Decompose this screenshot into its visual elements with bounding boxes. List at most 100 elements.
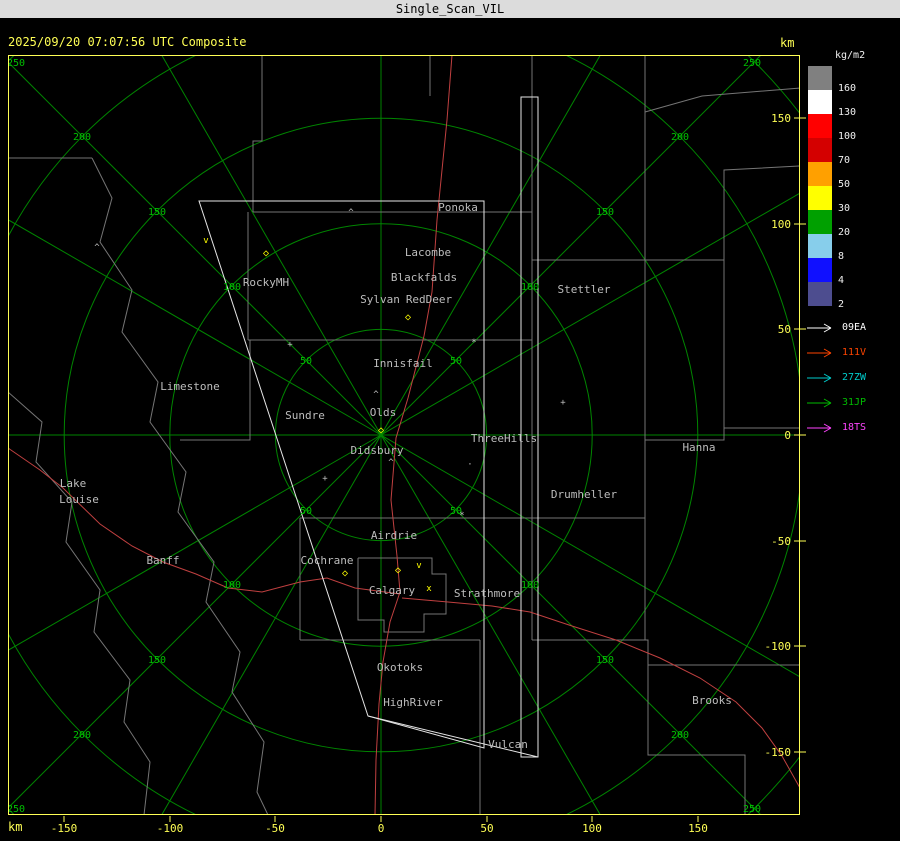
county-boundary-line xyxy=(9,392,151,814)
radar-site-legend: 09EA 111V 27ZW 31JP 18TS xyxy=(806,315,866,440)
range-label: 50 xyxy=(300,506,312,517)
city-label: Ponoka xyxy=(438,201,478,214)
city-label: Didsbury xyxy=(351,444,404,457)
y-axis-label: -150 xyxy=(765,746,792,759)
range-label: 100 xyxy=(223,580,241,591)
city-label: Sylvan xyxy=(360,293,400,306)
map-marker: ◇ xyxy=(395,565,401,576)
range-label: 250 xyxy=(743,58,761,69)
radar-map-canvas: 250 200 150 100 50 50 100 150 200 250 50 100 150 200 2… xyxy=(7,55,806,835)
legend-swatch xyxy=(808,258,832,282)
map-marker: ^ xyxy=(348,208,354,218)
legend-swatch xyxy=(808,66,832,90)
window-title: Single_Scan_VIL xyxy=(395,2,505,16)
city-label: Lake xyxy=(60,477,87,490)
city-label: Vulcan xyxy=(488,738,528,751)
city-label: Airdrie xyxy=(371,529,417,542)
range-label: 200 xyxy=(671,132,689,143)
legend-swatch xyxy=(808,234,832,258)
x-axis-label: 0 xyxy=(378,822,385,835)
range-label: 200 xyxy=(73,132,91,143)
range-label: 150 xyxy=(596,655,614,666)
legend-swatch xyxy=(808,138,832,162)
window-title-bar[interactable]: Single_Scan_VIL xyxy=(0,0,900,18)
radar-arrow-icon xyxy=(807,348,832,357)
legend-value: 4 xyxy=(838,275,845,286)
map-marker: x xyxy=(426,584,432,594)
map-marker: * xyxy=(459,511,464,521)
right-axis-unit: km xyxy=(780,36,795,50)
range-label: 200 xyxy=(73,730,91,741)
range-label: 150 xyxy=(596,207,614,218)
radar-site-row: 111V xyxy=(806,340,866,365)
range-spoke xyxy=(9,434,382,808)
map-marker: ◇ xyxy=(263,248,269,259)
map-marker: ◇ xyxy=(342,568,348,579)
radar-coverage-outline xyxy=(520,96,539,758)
city-label: Okotoks xyxy=(377,661,423,674)
legend-swatch xyxy=(808,210,832,234)
x-axis-label: -50 xyxy=(265,822,285,835)
range-label: 250 xyxy=(743,804,761,815)
highway-line xyxy=(401,597,799,788)
radar-site-id: 09EA xyxy=(842,322,867,333)
city-label: Sundre xyxy=(285,409,325,422)
city-label: Banff xyxy=(146,554,179,567)
map-marker: + xyxy=(560,398,566,408)
range-label: 100 xyxy=(521,580,539,591)
range-label: 250 xyxy=(7,58,25,69)
x-axis-label: 50 xyxy=(480,822,493,835)
range-rings xyxy=(9,56,799,814)
city-label: Cochrane xyxy=(301,554,354,567)
radar-site-id: 27ZW xyxy=(842,372,867,383)
radar-arrow-icon xyxy=(807,423,832,432)
legend-swatch xyxy=(808,186,832,210)
legend-unit: kg/m2 xyxy=(835,50,866,61)
timestamp-label: 2025/09/20 07:07:56 UTC Composite xyxy=(8,35,247,49)
range-label: 250 xyxy=(7,804,25,815)
county-boundary-line xyxy=(91,157,269,814)
range-spoke xyxy=(380,193,799,436)
x-axis-label: -150 xyxy=(51,822,78,835)
city-label: Louise xyxy=(59,493,99,506)
legend-value: 100 xyxy=(838,131,857,142)
legend-value: 160 xyxy=(838,83,857,94)
county-boundary-line xyxy=(252,56,263,212)
range-label: 150 xyxy=(148,655,166,666)
range-spoke xyxy=(380,434,799,677)
city-label: Drumheller xyxy=(551,488,618,501)
legend-value: 2 xyxy=(838,299,845,310)
city-label: Hanna xyxy=(682,441,715,454)
city-label: Blackfalds xyxy=(391,271,457,284)
city-label: Calgary xyxy=(369,584,416,597)
y-axis-label: 50 xyxy=(778,323,791,336)
map-marker: ^ xyxy=(94,243,100,253)
legend-swatch xyxy=(808,282,832,306)
y-axis-label: 0 xyxy=(784,429,791,442)
x-axis-label: 150 xyxy=(688,822,708,835)
range-label: 50 xyxy=(300,356,312,367)
city-label: Innisfail xyxy=(373,357,433,370)
legend-value: 20 xyxy=(838,227,851,238)
radar-arrow-icon xyxy=(807,323,832,332)
range-spoke xyxy=(161,56,382,436)
legend-value: 30 xyxy=(838,203,851,214)
y-axis-label: 100 xyxy=(771,218,791,231)
radar-site-row: 18TS xyxy=(806,415,866,440)
x-axis-label: 100 xyxy=(582,822,602,835)
legend-value: 70 xyxy=(838,155,851,166)
legend-swatch xyxy=(808,162,832,186)
range-label: 100 xyxy=(521,282,539,293)
legend-swatch xyxy=(808,90,832,114)
range-label: 100 xyxy=(223,282,241,293)
bottom-axis-unit: km xyxy=(8,820,23,834)
city-label: Lacombe xyxy=(405,246,451,259)
city-label: Strathmore xyxy=(454,587,520,600)
city-labels: Ponoka Lacombe Blackfalds Sylvan RedDeer Stet… xyxy=(59,201,732,751)
map-marker: v xyxy=(416,561,421,571)
y-axis-label: 150 xyxy=(771,112,791,125)
radar-site-row: 31JP xyxy=(806,390,866,415)
range-spoke xyxy=(9,219,382,436)
city-label: ThreeHills xyxy=(471,432,537,445)
radar-site-row: 09EA xyxy=(806,315,866,340)
